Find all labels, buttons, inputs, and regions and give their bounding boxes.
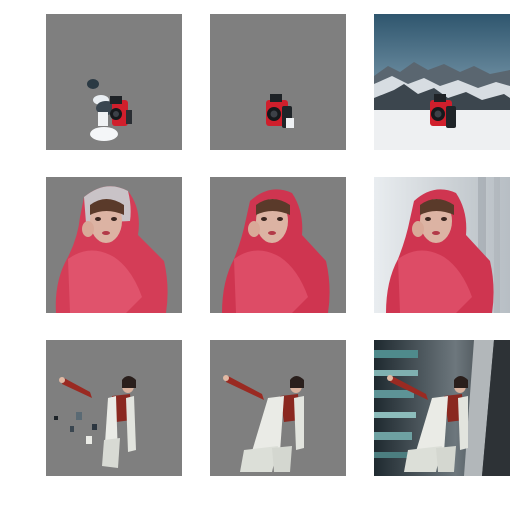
outfit-coarse-cutout bbox=[46, 340, 182, 476]
scarf-coarse-cutout-image bbox=[46, 177, 182, 313]
camera-original-photo-image bbox=[374, 14, 510, 150]
outfit-coarse-cutout-image bbox=[46, 340, 182, 476]
outfit-original-photo bbox=[374, 340, 510, 476]
scarf-original-photo-image bbox=[374, 177, 510, 313]
camera-original-photo bbox=[374, 14, 510, 150]
outfit-refined-cutout bbox=[210, 340, 346, 476]
scarf-refined-cutout bbox=[210, 177, 346, 313]
outfit-refined-cutout-image bbox=[210, 340, 346, 476]
camera-refined-cutout-image bbox=[210, 14, 346, 150]
camera-coarse-cutout-image bbox=[46, 14, 182, 150]
outfit-original-photo-image bbox=[374, 340, 510, 476]
scarf-original-photo bbox=[374, 177, 510, 313]
scarf-refined-cutout-image bbox=[210, 177, 346, 313]
camera-coarse-cutout bbox=[46, 14, 182, 150]
image-grid bbox=[0, 0, 520, 510]
camera-refined-cutout bbox=[210, 14, 346, 150]
scarf-coarse-cutout bbox=[46, 177, 182, 313]
